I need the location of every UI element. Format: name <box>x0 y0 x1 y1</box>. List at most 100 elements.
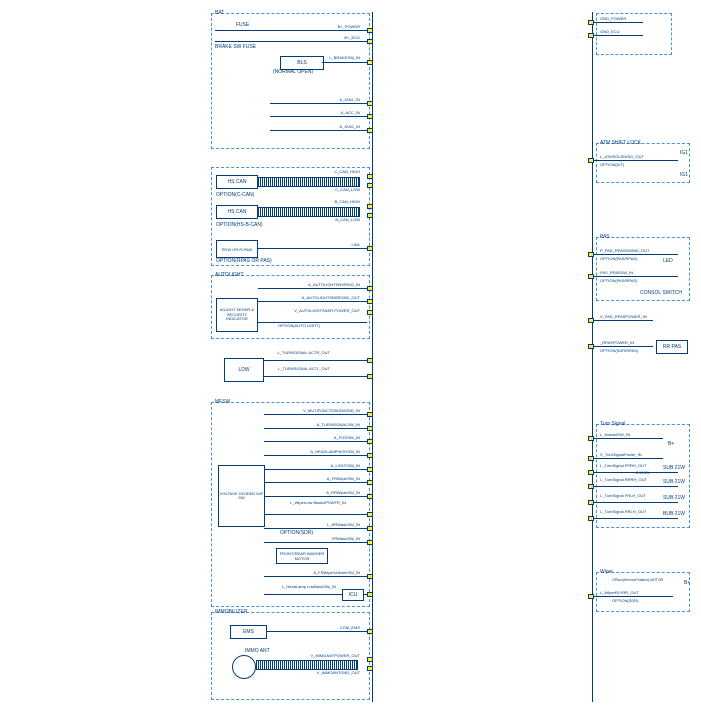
conn <box>367 174 373 179</box>
ign2-sig: A_IGN2_IN <box>300 124 360 129</box>
hscan-box2: HS CAN <box>216 205 258 219</box>
conn <box>367 286 373 291</box>
icu-box: ICU <box>342 589 364 601</box>
bls-box: BLS <box>280 56 324 70</box>
conn <box>367 213 373 218</box>
wire <box>264 414 367 415</box>
wire <box>264 496 367 497</box>
conn <box>588 500 594 505</box>
atm-sig: L_ATMSOLENOID_OUT <box>600 154 644 159</box>
ldw-sig2: L_TURNSIGNAL ACTL_OUT <box>270 366 330 371</box>
gnd-power: GND_POWER <box>600 16 626 21</box>
mfsw-s11: A_FRWiperVolumeSW_IN <box>270 570 360 575</box>
conn <box>588 594 594 599</box>
bls-sub: (NORMAL OPEN) <box>273 69 313 75</box>
ems-text: EMS <box>243 629 254 635</box>
opt-rpas: OPTION(RPAS OR PAS) <box>216 258 272 264</box>
wire <box>264 376 367 377</box>
mfsw-s7: A_RRWiperSW_IN <box>280 490 360 495</box>
ldw-sig1: L_TURNSIGNAL ACTR_OUT <box>270 350 330 355</box>
rrpas-box: RR PAS <box>656 340 688 354</box>
ig1b: IG1 <box>680 172 688 178</box>
l-brakesw: L_BRAKESW_IN <box>320 55 360 60</box>
turn-frrh: L_TurnSignal FRRH_OUT <box>600 463 647 468</box>
wiper-bp: B+ <box>684 580 690 586</box>
wire <box>593 502 678 503</box>
conn <box>367 629 373 634</box>
conn <box>367 114 373 119</box>
al-sig3b: OPTION(AUTO LIGHT) <box>278 323 348 328</box>
conn <box>367 592 373 597</box>
wire <box>264 514 367 515</box>
immo-title: IMMOBILIZER <box>215 609 248 615</box>
fuse-label: FUSE <box>236 22 249 28</box>
wire <box>593 458 663 459</box>
conn <box>367 439 373 444</box>
washer-text: FRONT/REAR WASHER MOTOR <box>277 551 327 561</box>
com-ems: COM_EMS <box>290 625 360 630</box>
mfsw-s8: L_WiperLow BackUPSWFR_IN <box>276 500 346 505</box>
immo-shield <box>256 660 358 670</box>
rrpas-text: RR PAS <box>663 344 681 350</box>
immo-p2: V_IMMOANTGND_OUT <box>270 670 360 675</box>
pas-opt1: OPTION(PAS/RPAS) <box>600 256 637 261</box>
hscan-box1: HS CAN <box>216 175 258 189</box>
wire <box>270 103 367 104</box>
bp-label: B+ <box>668 441 674 447</box>
opt-ccan: OPTION(C-CAN) <box>216 192 254 198</box>
mfsw-box-text: VOLTAGE DIVIDED M/F SW <box>219 492 264 501</box>
mfsw-box: VOLTAGE DIVIDED M/F SW <box>218 465 265 527</box>
wire <box>258 301 367 302</box>
al-sig2: A_AUTOLIGHTSNSRGND_OUT <box>270 295 360 300</box>
wire <box>258 288 367 289</box>
ldw-box: LDW <box>224 358 264 382</box>
wire <box>264 455 367 456</box>
sensor-text: A/LIGHT SENSR & SECURITY INDICATOR <box>217 308 257 321</box>
wire <box>322 62 367 63</box>
mfsw-title: MFSW <box>215 399 230 405</box>
conn <box>367 426 373 431</box>
turn-rrlh: L_TurnSignal RRLH_OUT <box>600 509 646 514</box>
wire <box>593 22 643 23</box>
wire <box>264 482 367 483</box>
immo-ant-label: IMMO ANT <box>245 648 270 654</box>
alight-sensor-box: A/LIGHT SENSR & SECURITY INDICATOR <box>216 298 258 332</box>
wire <box>264 469 367 470</box>
wiper-opt: OPtion(ServicePosition) MOTOR <box>612 578 682 582</box>
pas-opt3: OPTION(SDR/RPAS) <box>600 348 638 353</box>
conn <box>588 456 594 461</box>
hscan-text2: HS CAN <box>228 209 247 215</box>
wiper-title: Wiper <box>600 569 613 575</box>
pas-opt2: OPTION(PAS/RPAS) <box>600 278 637 283</box>
conn <box>588 470 594 475</box>
conn <box>588 252 594 257</box>
conn <box>367 101 373 106</box>
conn <box>588 484 594 489</box>
conn <box>367 28 373 33</box>
pdw-box: PDW OR R-PAW <box>216 240 258 258</box>
sub3: SUB 21W <box>663 495 685 501</box>
al-sig3: V_AUTOLIGHTSNSR POWER_OUT <box>270 308 360 313</box>
wire <box>270 116 367 117</box>
immo-ant-box <box>232 655 256 679</box>
pas-title: PAS <box>600 234 610 240</box>
conn <box>367 467 373 472</box>
conn <box>367 494 373 499</box>
b-ecu-sig: B+_ECU <box>300 35 360 40</box>
can-shield2 <box>258 207 360 217</box>
wire <box>593 346 653 347</box>
wire <box>593 518 678 519</box>
wire <box>593 320 653 321</box>
wire <box>267 631 367 632</box>
conn <box>367 310 373 315</box>
conn <box>367 480 373 485</box>
wire <box>264 428 367 429</box>
b-low: B_CAN_LOW <box>300 217 360 222</box>
consol-label: CONSOL SWITCH <box>640 290 682 296</box>
conn <box>367 299 373 304</box>
wire <box>593 486 678 487</box>
wire <box>215 30 367 31</box>
led-label: LED <box>663 258 673 264</box>
pas-s4: _RPASPOWER_IN <box>600 340 634 345</box>
mfsw-s9: L_RRWashSW_IN <box>280 522 360 527</box>
